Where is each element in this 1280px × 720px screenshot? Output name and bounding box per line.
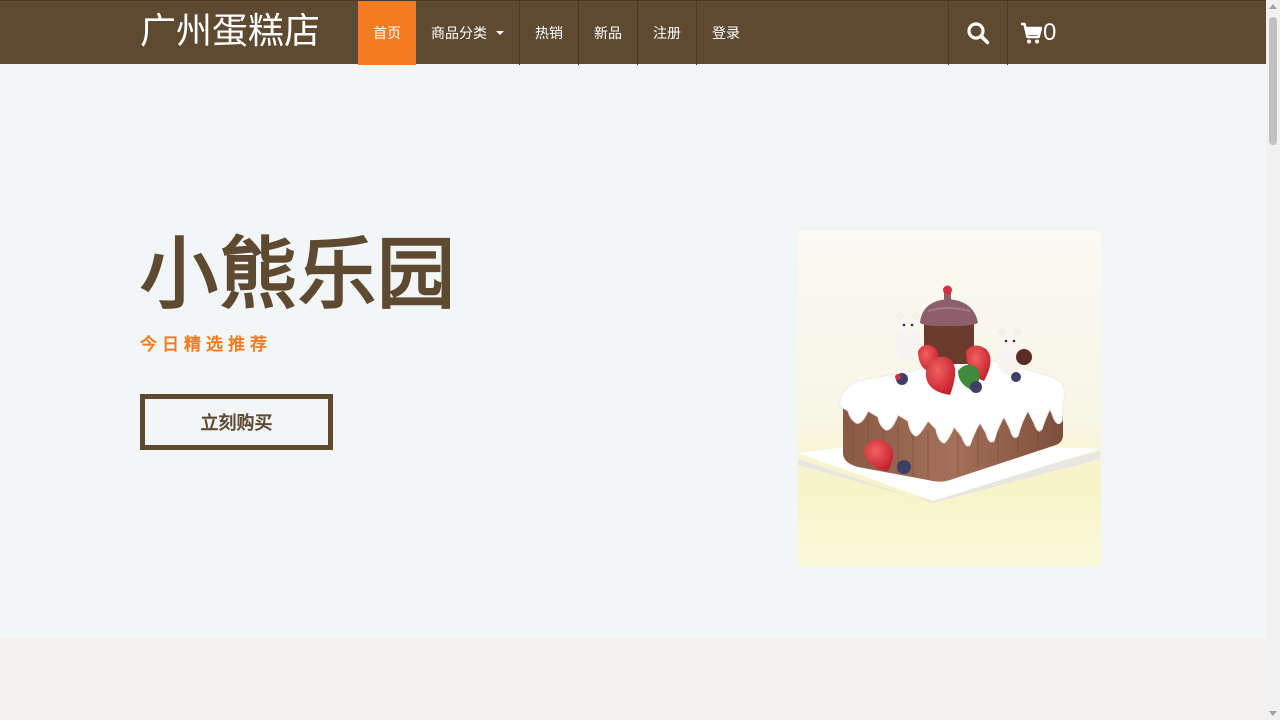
scroll-down-icon[interactable] (1269, 711, 1277, 716)
nav-item-label: 商品分类 (431, 26, 487, 42)
cart-count: 0 (1043, 19, 1057, 46)
cake-image[interactable] (798, 231, 1101, 566)
nav-item-label: 登录 (712, 26, 740, 42)
vertical-scrollbar[interactable] (1266, 0, 1280, 720)
cart-icon (1021, 22, 1042, 44)
cart-button[interactable]: 0 (1007, 1, 1069, 65)
nav-actions: 0 (948, 1, 1069, 65)
nav-item-register[interactable]: 注册 (638, 1, 697, 65)
top-navbar: 广州蛋糕店 首页 商品分类 热销 新品 注册 登录 0 (0, 0, 1266, 65)
nav-item-hot[interactable]: 热销 (520, 1, 579, 65)
nav-item-categories[interactable]: 商品分类 (416, 1, 520, 65)
chevron-down-icon (496, 31, 504, 35)
content-section (0, 638, 1266, 720)
search-button[interactable] (948, 1, 1007, 65)
search-icon (967, 22, 990, 45)
nav-item-new[interactable]: 新品 (579, 1, 638, 65)
nav-item-label: 热销 (535, 26, 563, 42)
nav-item-login[interactable]: 登录 (697, 1, 755, 65)
nav-item-label: 注册 (653, 26, 681, 42)
hero-subtitle: 今日精选推荐 (140, 335, 272, 355)
main-nav: 首页 商品分类 热销 新品 注册 登录 (358, 1, 755, 65)
buy-now-button[interactable]: 立刻购买 (140, 394, 333, 450)
hero-title: 小熊乐园 (140, 230, 457, 320)
scroll-up-icon[interactable] (1269, 4, 1277, 9)
hero-banner: 小熊乐园 今日精选推荐 立刻购买 (0, 65, 1266, 638)
nav-item-label: 新品 (594, 26, 622, 42)
nav-item-label: 首页 (373, 26, 401, 42)
site-brand[interactable]: 广州蛋糕店 (140, 9, 320, 55)
scroll-thumb[interactable] (1269, 17, 1277, 145)
nav-item-home[interactable]: 首页 (358, 1, 416, 65)
